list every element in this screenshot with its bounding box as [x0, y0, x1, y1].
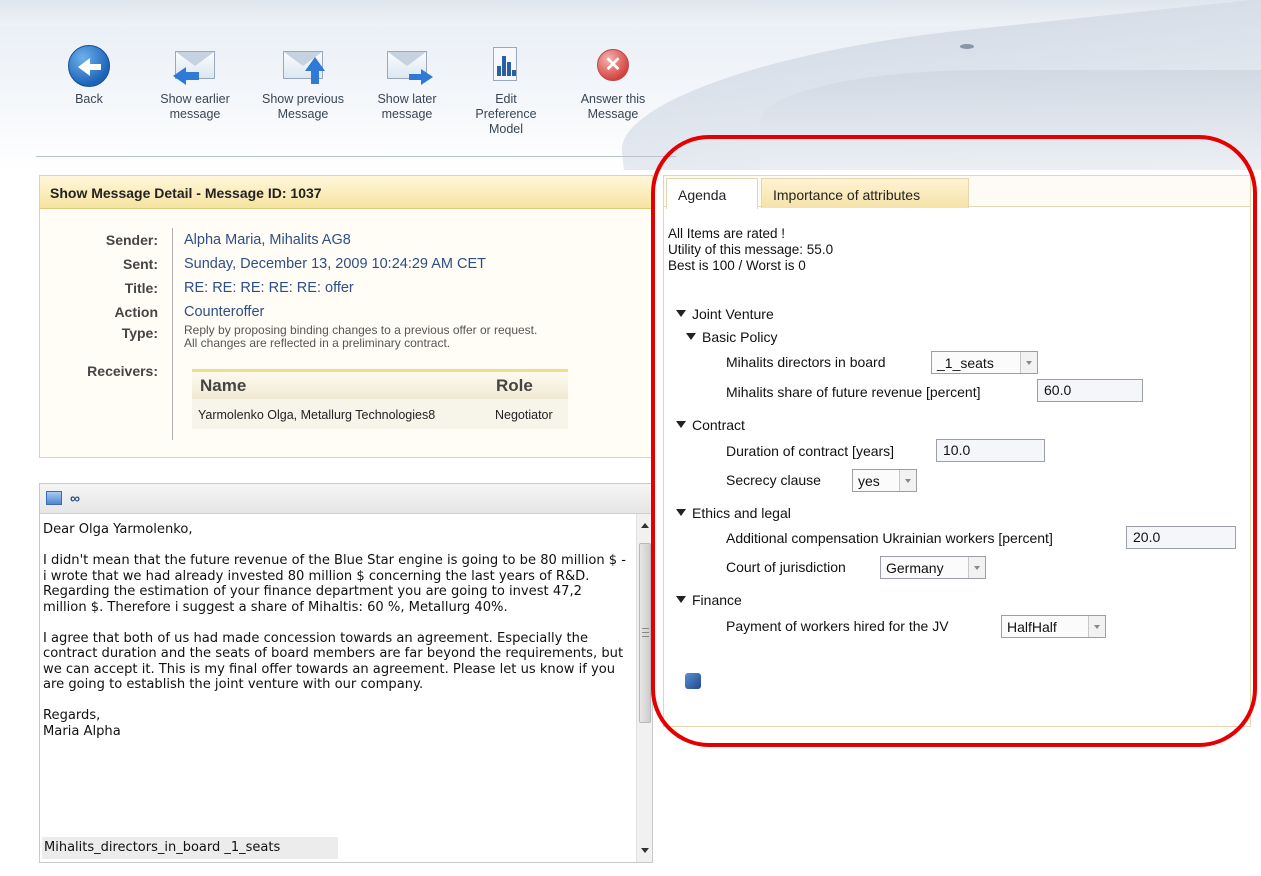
answer-message-label: Answer this Message [580, 92, 646, 121]
agenda-panel: Agenda Importance of attributes All Item… [663, 175, 1251, 727]
answer-message-button[interactable]: ✕ Answer this Message [570, 45, 656, 122]
body-signoff: Regards, Maria Alpha [43, 708, 121, 739]
expand-triangle-icon[interactable] [676, 596, 686, 603]
body-toolbar: ∞ [40, 484, 652, 514]
sent-value: Sunday, December 13, 2009 10:24:29 AM CE… [184, 256, 486, 272]
tree-node-basic-policy[interactable]: Basic Policy [686, 329, 777, 345]
red-x-icon: ✕ [591, 45, 635, 89]
scroll-thumb[interactable] [639, 543, 651, 723]
chevron-down-icon[interactable] [968, 557, 985, 578]
agenda-tab-bar: Agenda Importance of attributes [664, 176, 1250, 209]
show-previous-label: Show previous Message [262, 92, 344, 121]
tree-node-finance[interactable]: Finance [676, 592, 742, 608]
tree-node-contract[interactable]: Contract [676, 417, 745, 433]
compensation-field[interactable]: 20.0 [1126, 526, 1236, 549]
expand-triangle-icon[interactable] [686, 333, 696, 340]
preference-chart-icon [484, 45, 528, 89]
compensation-label: Additional compensation Ukrainian worker… [726, 530, 1053, 546]
tree-node-joint-venture[interactable]: Joint Venture [676, 306, 774, 322]
secrecy-clause-select[interactable]: yes [852, 469, 917, 492]
table-row: Yarmolenko Olga, Metallurg Technologies8… [192, 399, 568, 429]
expand-triangle-icon[interactable] [676, 509, 686, 516]
envelope-left-arrow-icon [173, 45, 217, 89]
receivers-label: Receivers: [87, 363, 158, 379]
payment-of-workers-label: Payment of workers hired for the JV [726, 618, 949, 634]
scroll-up-arrow-icon[interactable] [641, 523, 649, 528]
sender-label: Sender: [105, 232, 158, 248]
decorative-dot [960, 44, 974, 49]
body-greeting: Dear Olga Yarmolenko, [43, 522, 193, 537]
edit-preference-model-button[interactable]: Edit Preference Model [468, 45, 544, 137]
back-arrow-icon [67, 45, 111, 89]
action-description-line-2: All changes are reflected in a prelimina… [184, 336, 451, 350]
envelope-right-arrow-icon [385, 45, 433, 89]
directors-in-board-label: Mihalits directors in board [726, 354, 886, 370]
utility-value: Utility of this message: 55.0 [668, 242, 834, 257]
share-of-revenue-label: Mihalits share of future revenue [percen… [726, 384, 981, 400]
chevron-down-icon[interactable] [1020, 352, 1037, 373]
body-code-line: Mihalits_directors_in_board _1_seats [42, 837, 338, 859]
share-of-revenue-field[interactable]: 60.0 [1037, 379, 1143, 402]
sent-label: Sent: [123, 256, 158, 272]
scroll-down-arrow-icon[interactable] [641, 848, 649, 853]
receivers-table-header: Name Role [192, 369, 568, 399]
title-value: RE: RE: RE: RE: RE: offer [184, 280, 354, 296]
expand-triangle-icon[interactable] [676, 421, 686, 428]
decorative-swoosh-2 [760, 70, 1261, 170]
tab-agenda[interactable]: Agenda [666, 178, 758, 209]
message-detail-panel: Show Message Detail - Message ID: 1037 S… [39, 175, 653, 458]
duration-field[interactable]: 10.0 [936, 439, 1045, 462]
receiver-role: Negotiator [495, 408, 553, 422]
action-description: Reply by proposing binding changes to a … [184, 324, 654, 350]
save-rating-icon[interactable] [685, 673, 701, 689]
body-scrollbar[interactable] [636, 514, 652, 862]
view-source-icon[interactable] [46, 491, 62, 505]
sender-value: Alpha Maria, Mihalits AG8 [184, 232, 351, 248]
payment-of-workers-select[interactable]: HalfHalf [1001, 615, 1106, 638]
back-label: Back [75, 92, 103, 106]
column-header-name: Name [200, 376, 247, 395]
column-header-role: Role [496, 376, 533, 395]
title-label: Title: [124, 280, 158, 296]
envelope-up-arrow-icon [281, 45, 325, 89]
action-type-value: Counteroffer [184, 304, 265, 320]
court-of-jurisdiction-label: Court of jurisdiction [726, 559, 846, 575]
body-paragraph-1: I didn't mean that the future revenue of… [43, 553, 627, 615]
rating-status: All Items are rated ! [668, 226, 786, 241]
show-earlier-label: Show earlier message [160, 92, 230, 121]
receivers-table: Name Role Yarmolenko Olga, Metallurg Tec… [192, 369, 568, 429]
type-label: Type: [121, 325, 158, 341]
binoculars-icon[interactable]: ∞ [70, 491, 86, 505]
action-label: Action [114, 304, 158, 320]
court-of-jurisdiction-select[interactable]: Germany [880, 556, 986, 579]
edit-preference-label: Edit Preference Model [475, 92, 537, 136]
message-body-panel: ∞ Dear Olga Yarmolenko, I didn't mean th… [39, 483, 653, 863]
tree-node-ethics-and-legal[interactable]: Ethics and legal [676, 505, 791, 521]
show-later-message-button[interactable]: Show later message [365, 45, 449, 122]
best-worst-range: Best is 100 / Worst is 0 [668, 258, 806, 273]
show-later-label: Show later message [377, 92, 437, 121]
chevron-down-icon[interactable] [1088, 616, 1105, 637]
back-button[interactable]: Back [66, 45, 112, 107]
body-paragraph-2: I agree that both of us had made concess… [43, 630, 624, 693]
chevron-down-icon[interactable] [899, 470, 916, 491]
expand-triangle-icon[interactable] [676, 310, 686, 317]
toolbar-separator [36, 156, 676, 157]
label-divider [172, 228, 173, 440]
receiver-name: Yarmolenko Olga, Metallurg Technologies8 [198, 408, 436, 422]
show-previous-message-button[interactable]: Show previous Message [250, 45, 356, 122]
secrecy-clause-label: Secrecy clause [726, 472, 821, 488]
message-detail-title: Show Message Detail - Message ID: 1037 [40, 176, 652, 209]
tab-importance-of-attributes[interactable]: Importance of attributes [761, 178, 969, 208]
message-body-text: Dear Olga Yarmolenko, I didn't mean that… [43, 522, 628, 755]
directors-in-board-select[interactable]: _1_seats [931, 351, 1038, 374]
duration-label: Duration of contract [years] [726, 443, 895, 459]
show-earlier-message-button[interactable]: Show earlier message [153, 45, 237, 122]
